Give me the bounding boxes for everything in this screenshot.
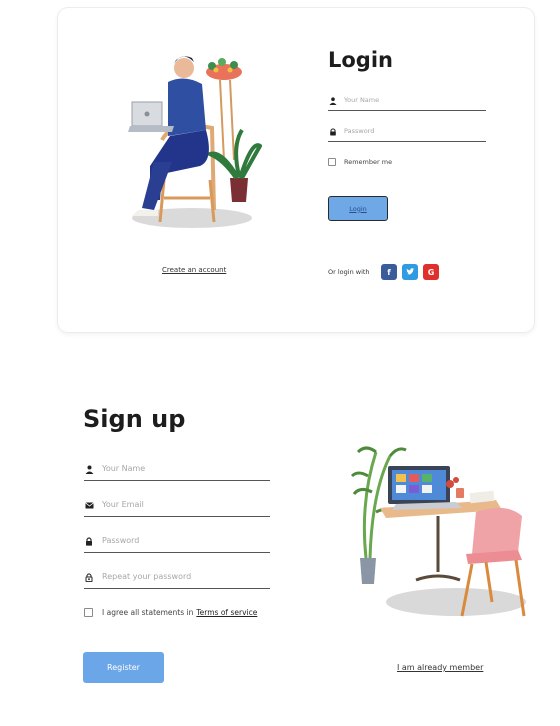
signup-title: Sign up [83, 405, 186, 433]
man-with-laptop-illustration [128, 56, 262, 228]
signup-password-placeholder: Password [102, 536, 140, 545]
facebook-icon[interactable]: f [381, 264, 397, 280]
lock-icon [84, 536, 94, 546]
agree-terms-checkbox[interactable]: I agree all statements in Terms of servi… [84, 608, 257, 617]
login-title: Login [328, 48, 393, 72]
signup-password-field[interactable]: Password [84, 535, 270, 553]
create-account-link[interactable]: Create an account [162, 266, 226, 274]
agree-terms-box[interactable] [84, 608, 93, 617]
desk-with-laptop-illustration [350, 446, 526, 617]
login-name-field[interactable]: Your Name [328, 95, 486, 111]
user-icon [328, 96, 338, 106]
user-icon [84, 464, 94, 474]
envelope-icon [84, 500, 94, 510]
signup-name-placeholder: Your Name [102, 464, 146, 473]
remember-me-box[interactable] [328, 158, 336, 166]
signup-email-field[interactable]: Your Email [84, 499, 270, 517]
unlock-icon [84, 572, 94, 582]
register-button[interactable]: Register [83, 652, 164, 683]
remember-me-label: Remember me [344, 158, 393, 166]
already-member-link[interactable]: I am already member [397, 663, 483, 672]
google-icon[interactable]: G [423, 264, 439, 280]
signup-repeat-placeholder: Repeat your password [102, 572, 192, 581]
social-login-label: Or login with [328, 268, 370, 276]
lock-icon [328, 127, 338, 137]
remember-me-checkbox[interactable]: Remember me [328, 158, 392, 166]
twitter-icon[interactable]: t [402, 264, 418, 280]
login-password-placeholder: Password [344, 127, 375, 135]
signup-repeat-password-field[interactable]: Repeat your password [84, 571, 270, 589]
login-password-field[interactable]: Password [328, 126, 486, 142]
signup-email-placeholder: Your Email [102, 500, 144, 509]
terms-of-service-link[interactable]: Terms of service [196, 608, 257, 617]
login-button[interactable]: Login [328, 196, 388, 221]
signup-name-field[interactable]: Your Name [84, 463, 270, 481]
agree-terms-label: I agree all statements in [102, 608, 194, 617]
login-name-placeholder: Your Name [344, 96, 380, 104]
